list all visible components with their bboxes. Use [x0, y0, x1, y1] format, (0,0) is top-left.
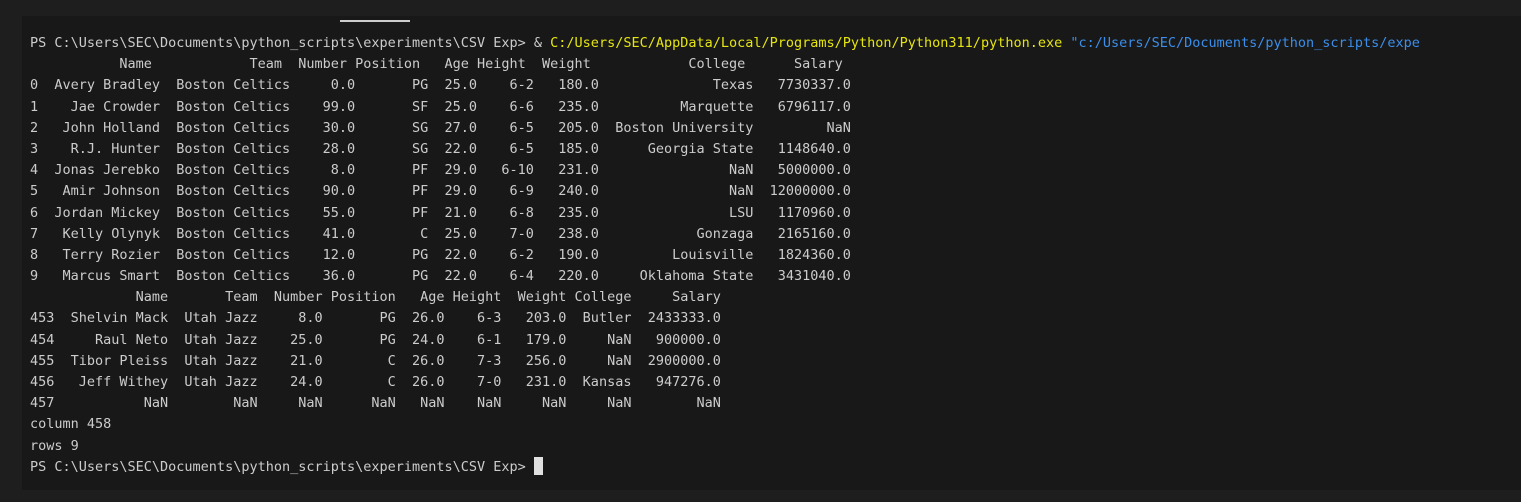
terminal-window: PS C:\Users\SEC\Documents\python_scripts… [0, 0, 1521, 502]
table-row: 455 Tibor Pleiss Utah Jazz 21.0 C 26.0 7… [30, 352, 721, 369]
table-row: 5 Amir Johnson Boston Celtics 90.0 PF 29… [30, 183, 851, 200]
table1-header: Name Team Number Position Age Height Wei… [30, 56, 843, 73]
table-row: 8 Terry Rozier Boston Celtics 12.0 PG 22… [30, 246, 851, 263]
table-row: 9 Marcus Smart Boston Celtics 36.0 PG 22… [30, 268, 851, 285]
table-row: 4 Jonas Jerebko Boston Celtics 8.0 PF 29… [30, 162, 851, 179]
terminal-output[interactable]: PS C:\Users\SEC\Documents\python_scripts… [30, 33, 1420, 478]
table-row: 453 Shelvin Mack Utah Jazz 8.0 PG 26.0 6… [30, 310, 721, 327]
table-row: 6 Jordan Mickey Boston Celtics 55.0 PF 2… [30, 204, 851, 221]
command-line: PS C:\Users\SEC\Documents\python_scripts… [30, 33, 1420, 54]
table-row: 454 Raul Neto Utah Jazz 25.0 PG 24.0 6-1… [30, 331, 721, 348]
command-executable: C:/Users/SEC/AppData/Local/Programs/Pyth… [550, 35, 1063, 51]
prompt-text: PS C:\Users\SEC\Documents\python_scripts… [30, 458, 534, 475]
final-prompt-line: PS C:\Users\SEC\Documents\python_scripts… [30, 456, 1420, 478]
command-argument: "c:/Users/SEC/Documents/python_scripts/e… [1062, 35, 1420, 51]
row-count-line: rows 9 [30, 437, 79, 454]
table-row: 456 Jeff Withey Utah Jazz 24.0 C 26.0 7-… [30, 374, 721, 390]
table2-header: Name Team Number Position Age Height Wei… [30, 289, 721, 306]
table-row: 3 R.J. Hunter Boston Celtics 28.0 SG 22.… [30, 140, 851, 157]
text-cursor[interactable] [533, 456, 543, 475]
prompt-text: PS C:\Users\SEC\Documents\python_scripts… [30, 35, 551, 51]
table-row: 7 Kelly Olynyk Boston Celtics 41.0 C 25.… [30, 225, 851, 242]
table-row: 1 Jae Crowder Boston Celtics 99.0 SF 25.… [30, 98, 851, 115]
table-row: 0 Avery Bradley Boston Celtics 0.0 PG 25… [30, 77, 851, 94]
table-row: 2 John Holland Boston Celtics 30.0 SG 27… [30, 119, 851, 136]
active-tab-indicator [340, 20, 410, 22]
table-row: 457 NaN NaN NaN NaN NaN NaN NaN NaN NaN [30, 395, 721, 412]
column-count-line: column 458 [30, 416, 112, 433]
